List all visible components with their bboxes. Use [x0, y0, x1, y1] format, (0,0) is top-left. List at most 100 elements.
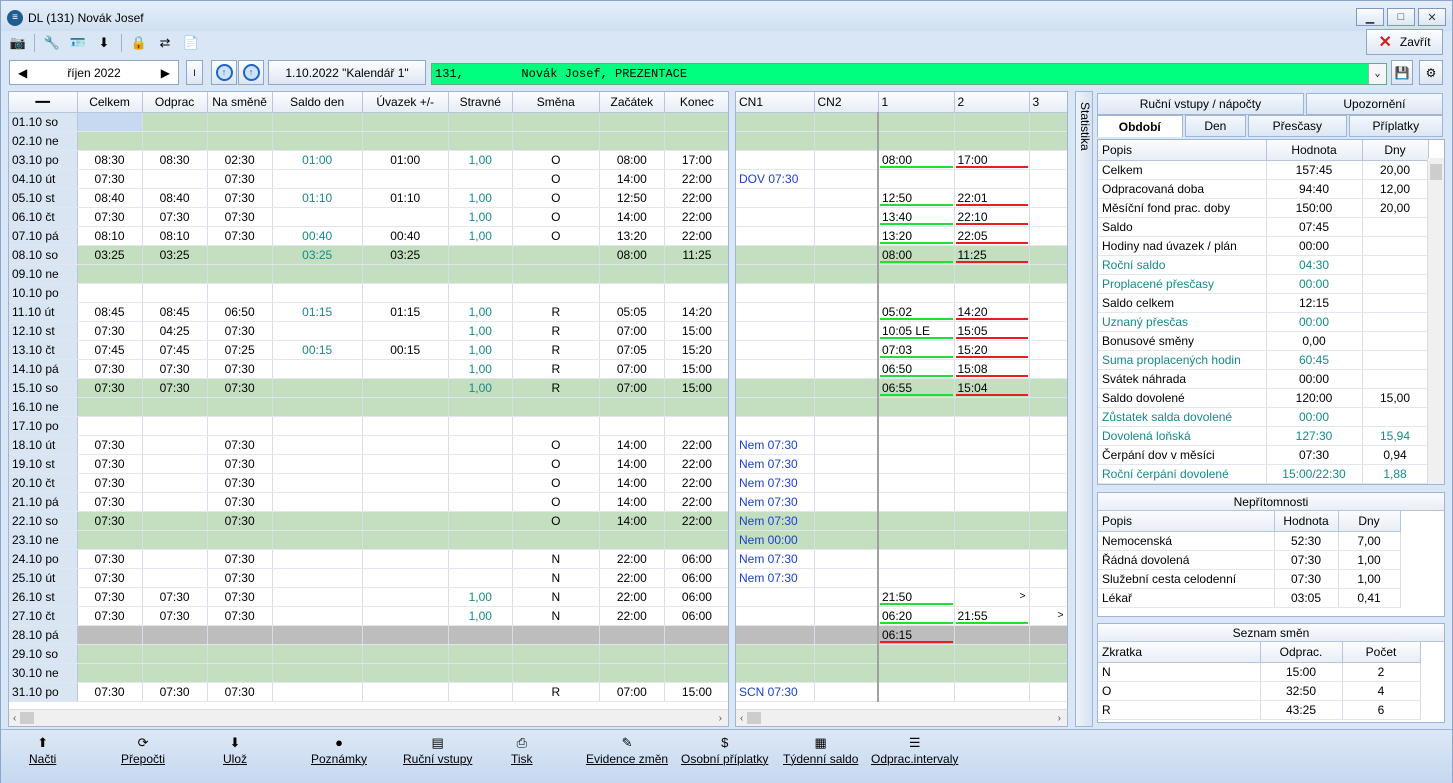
grid-cell[interactable]: 07:25: [207, 340, 273, 360]
column-header[interactable]: CN1: [736, 92, 815, 113]
grid-cell[interactable]: 14:00: [599, 511, 665, 531]
grid-cell[interactable]: 07:30: [207, 587, 273, 607]
grid-cell[interactable]: 07:30: [207, 207, 273, 227]
grid-cell[interactable]: O: [512, 150, 600, 170]
punch-cell[interactable]: [954, 169, 1030, 189]
table-row[interactable]: 02.10 ne: [9, 131, 728, 151]
punch-cell[interactable]: [814, 226, 879, 246]
grid-cell[interactable]: O: [512, 492, 600, 512]
tab-2[interactable]: Přesčasy: [1248, 115, 1347, 137]
table-row[interactable]: Nem 07:30: [736, 549, 1067, 569]
punch-cell[interactable]: [736, 416, 815, 436]
grid-cell[interactable]: [664, 397, 728, 417]
grid-cell[interactable]: [77, 283, 143, 303]
table-row[interactable]: 12:50 22:01: [736, 188, 1067, 208]
punch-cell[interactable]: [736, 150, 815, 170]
grid-cell[interactable]: 22:00: [664, 169, 728, 189]
punch-cell[interactable]: [877, 682, 955, 702]
grid-cell[interactable]: N: [512, 606, 600, 626]
grid-cell[interactable]: [599, 625, 665, 645]
punch-cell[interactable]: [814, 644, 879, 664]
grid-cell[interactable]: 1,00: [448, 207, 513, 227]
statistics-toggle[interactable]: Statistika: [1075, 91, 1093, 727]
table-row[interactable]: 21:50 >: [736, 587, 1067, 607]
grid-cell[interactable]: [272, 397, 363, 417]
grid-cell[interactable]: [448, 473, 513, 493]
grid-cell[interactable]: [664, 131, 728, 151]
list-item[interactable]: N 15:00 2: [1098, 662, 1421, 682]
grid-cell[interactable]: 14:00: [599, 454, 665, 474]
grid-cell[interactable]: [448, 625, 513, 645]
punch-cell[interactable]: 13:40: [877, 207, 955, 227]
table-row[interactable]: 29.10 so: [9, 644, 728, 664]
grid-cell[interactable]: [362, 435, 449, 455]
column-header[interactable]: Popis: [1098, 511, 1275, 532]
punch-cell[interactable]: 11:25: [954, 245, 1030, 265]
punch-cell[interactable]: 22:05: [954, 226, 1030, 246]
grid-cell[interactable]: [599, 283, 665, 303]
list-item[interactable]: Lékař 03:05 0,41: [1098, 588, 1401, 608]
grid-cell[interactable]: N: [512, 568, 600, 588]
grid-cell[interactable]: [142, 112, 208, 132]
grid-cell[interactable]: 15:00: [664, 359, 728, 379]
grid-cell[interactable]: [362, 625, 449, 645]
table-row[interactable]: Nem 07:30: [736, 473, 1067, 493]
table-row[interactable]: [736, 283, 1067, 303]
grid-cell[interactable]: [142, 131, 208, 151]
grid-cell[interactable]: 07:30: [77, 606, 143, 626]
grid-cell[interactable]: 01:15: [272, 302, 363, 322]
grid-cell[interactable]: [207, 112, 273, 132]
date-cell[interactable]: 09.10 ne: [9, 264, 78, 284]
table-row[interactable]: [736, 663, 1067, 683]
grid-cell[interactable]: [362, 131, 449, 151]
grid-cell[interactable]: [142, 283, 208, 303]
grid-cell[interactable]: 22:00: [664, 435, 728, 455]
tab-0[interactable]: Období: [1097, 115, 1183, 137]
grid-cell[interactable]: 1,00: [448, 359, 513, 379]
punch-cell[interactable]: 21:50: [877, 587, 955, 607]
grid-cell[interactable]: 07:05: [599, 340, 665, 360]
grid-cell[interactable]: 07:30: [77, 207, 143, 227]
grid-cell[interactable]: [664, 264, 728, 284]
column-header[interactable]: Odprac.: [1260, 642, 1343, 663]
table-row[interactable]: 30.10 ne: [9, 663, 728, 683]
grid-cell[interactable]: [77, 264, 143, 284]
list-item[interactable]: Roční čerpání dovolené 15:00/22:30 1,88: [1098, 464, 1429, 484]
column-header[interactable]: 1: [878, 92, 955, 113]
close-button[interactable]: ✕ Zavřít: [1366, 29, 1443, 55]
grid-cell[interactable]: 07:00: [599, 378, 665, 398]
punch-cell[interactable]: 15:04: [954, 378, 1030, 398]
grid-cell[interactable]: [207, 283, 273, 303]
punch-cell[interactable]: SCN 07:30: [736, 682, 815, 702]
punch-cell[interactable]: [1029, 321, 1067, 341]
grid-cell[interactable]: [512, 112, 600, 132]
grid-cell[interactable]: O: [512, 169, 600, 189]
punch-cell[interactable]: [1029, 150, 1067, 170]
minimize-button[interactable]: ▁: [1356, 8, 1384, 26]
punch-cell[interactable]: [736, 245, 815, 265]
punch-cell[interactable]: [954, 283, 1030, 303]
grid-cell[interactable]: N: [512, 549, 600, 569]
table-row[interactable]: 06.10 čt 07:30 07:30 07:30 1,00 O 14:00 22:00: [9, 207, 728, 227]
grid-cell[interactable]: 07:30: [142, 682, 208, 702]
document-icon[interactable]: 📄: [182, 34, 200, 51]
grid-cell[interactable]: [599, 112, 665, 132]
grid-cell[interactable]: [272, 682, 363, 702]
punch-cell[interactable]: Nem 07:30: [736, 454, 815, 474]
column-header[interactable]: Začátek: [599, 92, 665, 113]
punch-cell[interactable]: 15:05: [954, 321, 1030, 341]
punch-cell[interactable]: Nem 07:30: [736, 492, 815, 512]
grid-cell[interactable]: [77, 644, 143, 664]
grid-cell[interactable]: 07:30: [207, 492, 273, 512]
grid-cell[interactable]: R: [512, 321, 600, 341]
punch-cell[interactable]: [814, 454, 879, 474]
grid-cell[interactable]: [664, 663, 728, 683]
grid-cell[interactable]: [142, 625, 208, 645]
grid-cell[interactable]: O: [512, 207, 600, 227]
list-item[interactable]: Odpracovaná doba 94:40 12,00: [1098, 179, 1429, 199]
grid-cell[interactable]: [664, 416, 728, 436]
table-row[interactable]: Nem 07:30: [736, 492, 1067, 512]
close-window-button[interactable]: ✕: [1418, 8, 1446, 26]
punch-cell[interactable]: [736, 644, 815, 664]
punch-cell[interactable]: [736, 663, 815, 683]
